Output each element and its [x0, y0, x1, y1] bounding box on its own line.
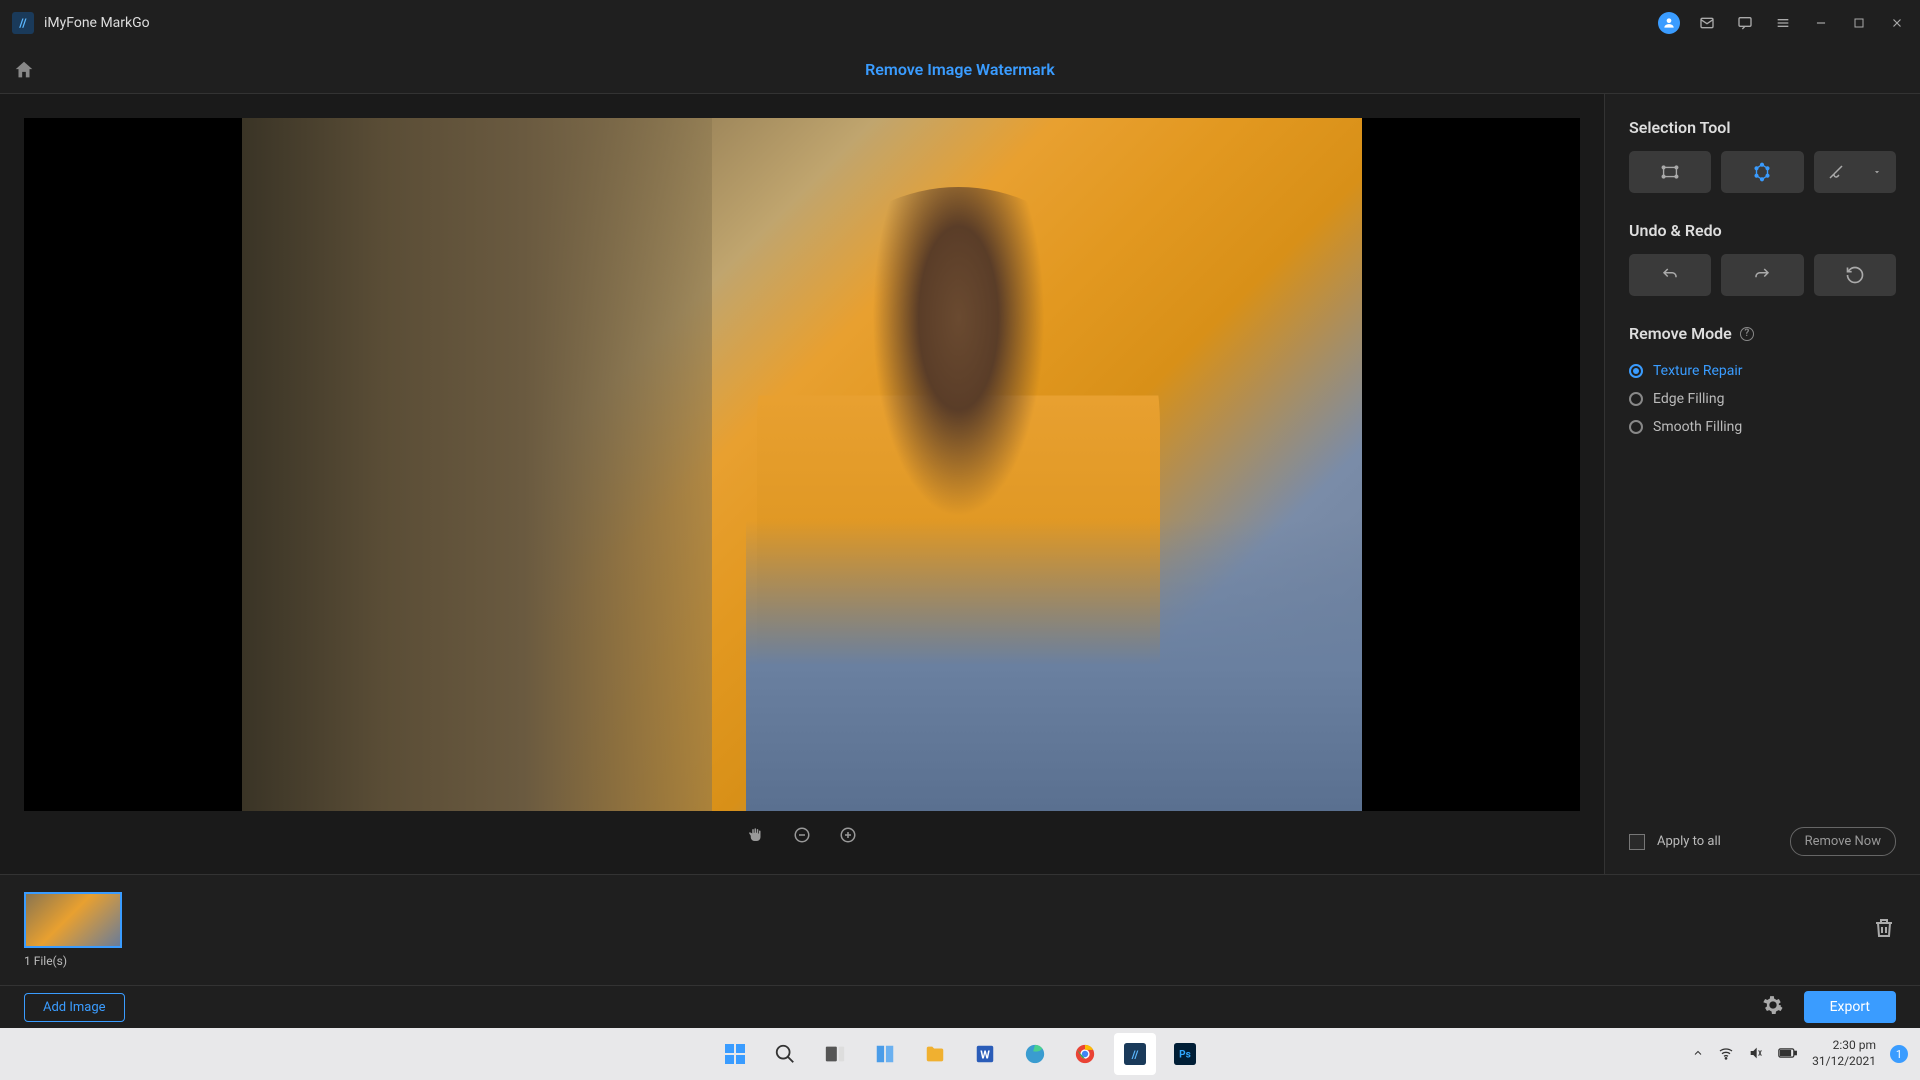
zoom-out-icon[interactable]: [791, 824, 813, 846]
selection-tools: [1629, 151, 1896, 193]
lasso-tool[interactable]: [1721, 151, 1803, 193]
app-title: iMyFone MarkGo: [44, 15, 150, 31]
app-logo: //: [12, 12, 34, 34]
titlebar: // iMyFone MarkGo: [0, 0, 1920, 46]
titlebar-left: // iMyFone MarkGo: [12, 12, 150, 34]
markgo-taskbar-icon[interactable]: //: [1114, 1033, 1156, 1075]
main-layout: Selection Tool Undo & Redo Remove Mode? …: [0, 94, 1920, 874]
wifi-icon[interactable]: [1718, 1045, 1734, 1064]
taskview-icon[interactable]: [814, 1033, 856, 1075]
remove-mode-title: Remove Mode?: [1629, 324, 1896, 343]
canvas-controls: [24, 819, 1580, 850]
word-icon[interactable]: W: [964, 1033, 1006, 1075]
undo-button[interactable]: [1629, 254, 1711, 296]
remove-now-button[interactable]: Remove Now: [1790, 827, 1896, 856]
radio-icon: [1629, 420, 1643, 434]
header-row: Remove Image Watermark: [0, 46, 1920, 94]
photoshop-icon[interactable]: Ps: [1164, 1033, 1206, 1075]
delete-icon[interactable]: [1872, 916, 1896, 944]
undo-title: Undo & Redo: [1629, 221, 1896, 240]
zoom-in-icon[interactable]: [837, 824, 859, 846]
close-icon[interactable]: [1886, 12, 1908, 34]
undo-tools: [1629, 254, 1896, 296]
maximize-icon[interactable]: [1848, 12, 1870, 34]
mode-texture-repair[interactable]: Texture Repair: [1629, 357, 1896, 385]
user-icon[interactable]: [1658, 12, 1680, 34]
battery-icon[interactable]: [1778, 1046, 1798, 1063]
filmstrip: 1 File(s): [0, 874, 1920, 986]
svg-text://: //: [1131, 1049, 1139, 1062]
notification-badge[interactable]: 1: [1890, 1045, 1908, 1063]
marquee-tool[interactable]: [1629, 151, 1711, 193]
image-viewport[interactable]: [24, 118, 1580, 811]
svg-text:Ps: Ps: [1179, 1050, 1191, 1061]
system-tray: 2:30 pm31/12/2021 1: [1692, 1038, 1908, 1069]
brush-tool[interactable]: [1814, 151, 1896, 193]
loaded-image: [242, 118, 1362, 811]
add-image-button[interactable]: Add Image: [24, 993, 125, 1022]
widgets-icon[interactable]: [864, 1033, 906, 1075]
menu-icon[interactable]: [1772, 12, 1794, 34]
apply-all-label: Apply to all: [1657, 834, 1778, 849]
file-count: 1 File(s): [24, 954, 122, 968]
redo-button[interactable]: [1721, 254, 1803, 296]
svg-text:W: W: [980, 1049, 990, 1062]
home-button[interactable]: [0, 46, 48, 94]
settings-icon[interactable]: [1762, 994, 1784, 1020]
mail-icon[interactable]: [1696, 12, 1718, 34]
page-title: Remove Image Watermark: [865, 60, 1055, 79]
apply-all-checkbox[interactable]: [1629, 834, 1645, 850]
edge-icon[interactable]: [1014, 1033, 1056, 1075]
help-icon[interactable]: ?: [1740, 327, 1754, 341]
radio-icon: [1629, 392, 1643, 406]
right-panel: Selection Tool Undo & Redo Remove Mode? …: [1604, 94, 1920, 874]
chat-icon[interactable]: [1734, 12, 1756, 34]
mode-edge-filling[interactable]: Edge Filling: [1629, 385, 1896, 413]
action-row: Add Image Export: [0, 986, 1920, 1028]
thumbnail[interactable]: [24, 892, 122, 948]
panel-footer: Apply to all Remove Now: [1629, 827, 1896, 856]
clock[interactable]: 2:30 pm31/12/2021: [1812, 1038, 1876, 1069]
tray-chevron-icon[interactable]: [1692, 1047, 1704, 1062]
start-icon[interactable]: [714, 1033, 756, 1075]
taskbar: W // Ps 2:30 pm31/12/2021 1: [0, 1028, 1920, 1080]
minimize-icon[interactable]: [1810, 12, 1832, 34]
pan-icon[interactable]: [745, 824, 767, 846]
mode-smooth-filling[interactable]: Smooth Filling: [1629, 413, 1896, 441]
search-icon[interactable]: [764, 1033, 806, 1075]
export-button[interactable]: Export: [1804, 991, 1896, 1023]
chrome-icon[interactable]: [1064, 1033, 1106, 1075]
thumb-wrap: 1 File(s): [24, 892, 122, 968]
reset-button[interactable]: [1814, 254, 1896, 296]
titlebar-right: [1658, 12, 1908, 34]
canvas-area: [0, 94, 1604, 874]
radio-icon: [1629, 364, 1643, 378]
explorer-icon[interactable]: [914, 1033, 956, 1075]
selection-title: Selection Tool: [1629, 118, 1896, 137]
volume-icon[interactable]: [1748, 1045, 1764, 1064]
